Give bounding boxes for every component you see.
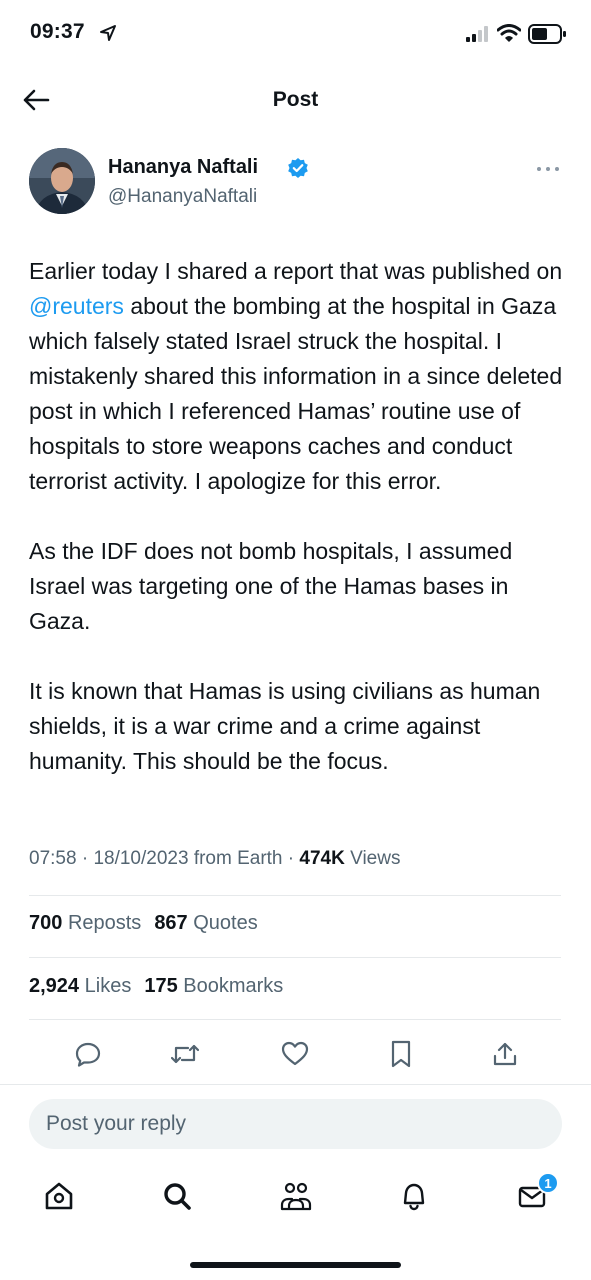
messages-badge: 1 <box>537 1172 559 1194</box>
quotes-count: 867 <box>154 912 188 934</box>
repost-icon <box>171 1044 199 1064</box>
more-options-button[interactable] <box>535 162 561 176</box>
views-label: Views <box>350 848 401 869</box>
post-time[interactable]: 07:58 <box>29 848 77 869</box>
tab-home[interactable] <box>37 1170 81 1222</box>
bookmarks-stat[interactable]: 175 Bookmarks <box>144 975 283 997</box>
post-meta: 07:58 · 18/10/2023 from Earth · 474K Vie… <box>29 848 569 870</box>
likes-count: 2,924 <box>29 975 80 997</box>
reposts-stat[interactable]: 700 Reposts <box>29 912 141 934</box>
post-paragraph: Earlier today I shared a report that was… <box>29 254 569 499</box>
tab-messages[interactable]: 1 <box>510 1170 559 1222</box>
quotes-stat[interactable]: 867 Quotes <box>154 912 257 934</box>
tab-notifications[interactable] <box>392 1170 436 1222</box>
reply-button[interactable] <box>66 1032 110 1076</box>
like-button[interactable] <box>273 1032 317 1076</box>
repost-button[interactable] <box>163 1032 207 1076</box>
post-header: Post <box>0 70 591 130</box>
stats-row-likes: 2,924 Likes 175 Bookmarks <box>29 975 283 998</box>
stats-row-reposts: 700 Reposts 867 Quotes <box>29 912 258 935</box>
signal-icon <box>466 26 490 47</box>
likes-label: Likes <box>84 975 132 997</box>
author-handle[interactable]: @HananyaNaftali <box>108 186 257 208</box>
post-text: Earlier today I shared a report that was… <box>29 254 569 814</box>
verified-badge-icon <box>287 157 309 184</box>
post-author: Hananya Naftali @HananyaNaftali <box>29 148 563 220</box>
share-button[interactable] <box>483 1032 527 1076</box>
status-time: 09:37 <box>30 20 85 43</box>
status-bar: 09:37 <box>0 0 591 64</box>
post-text-segment: Earlier today I shared a report that was… <box>29 258 563 284</box>
divider <box>29 957 561 958</box>
search-icon <box>164 1183 191 1210</box>
tab-communities[interactable] <box>274 1170 318 1222</box>
bookmark-button[interactable] <box>379 1032 423 1076</box>
page-title: Post <box>272 88 319 111</box>
location-arrow-icon <box>99 24 117 47</box>
meta-separator: · <box>287 848 295 869</box>
bookmark-icon <box>391 1040 411 1068</box>
divider <box>0 1084 591 1085</box>
more-dots-icon <box>537 167 559 171</box>
meta-separator: · <box>81 848 89 869</box>
post-date[interactable]: 18/10/2023 <box>93 848 188 869</box>
bookmarks-label: Bookmarks <box>183 975 284 997</box>
communities-icon <box>280 1182 312 1211</box>
post-actions <box>0 1032 591 1076</box>
mention-link[interactable]: @reuters <box>29 293 124 319</box>
notifications-icon <box>403 1183 425 1211</box>
reply-composer[interactable] <box>29 1099 562 1149</box>
post-text-segment: about the bombing at the hospital in Gaz… <box>29 293 563 494</box>
battery-icon <box>528 24 568 49</box>
tab-search[interactable] <box>155 1170 199 1222</box>
quotes-label: Quotes <box>193 912 258 934</box>
avatar[interactable] <box>29 148 95 214</box>
author-name[interactable]: Hananya Naftali <box>108 156 258 179</box>
reposts-label: Reposts <box>67 912 142 934</box>
divider <box>29 895 561 896</box>
wifi-icon <box>496 24 522 47</box>
reposts-count: 700 <box>29 912 63 934</box>
likes-stat[interactable]: 2,924 Likes <box>29 975 131 997</box>
like-icon <box>281 1041 309 1066</box>
bookmarks-count: 175 <box>144 975 178 997</box>
post-paragraph: It is known that Hamas is using civilian… <box>29 678 541 774</box>
reply-input[interactable] <box>46 1099 546 1149</box>
post-source: from Earth <box>193 848 283 869</box>
divider <box>29 1019 561 1020</box>
share-icon <box>493 1042 517 1066</box>
reply-icon <box>75 1042 101 1067</box>
home-icon <box>45 1182 73 1210</box>
bottom-tab-bar: 1 <box>0 1170 591 1226</box>
post-paragraph: As the IDF does not bomb hospitals, I as… <box>29 538 513 634</box>
views-count: 474K <box>299 848 345 869</box>
home-indicator <box>190 1262 401 1268</box>
